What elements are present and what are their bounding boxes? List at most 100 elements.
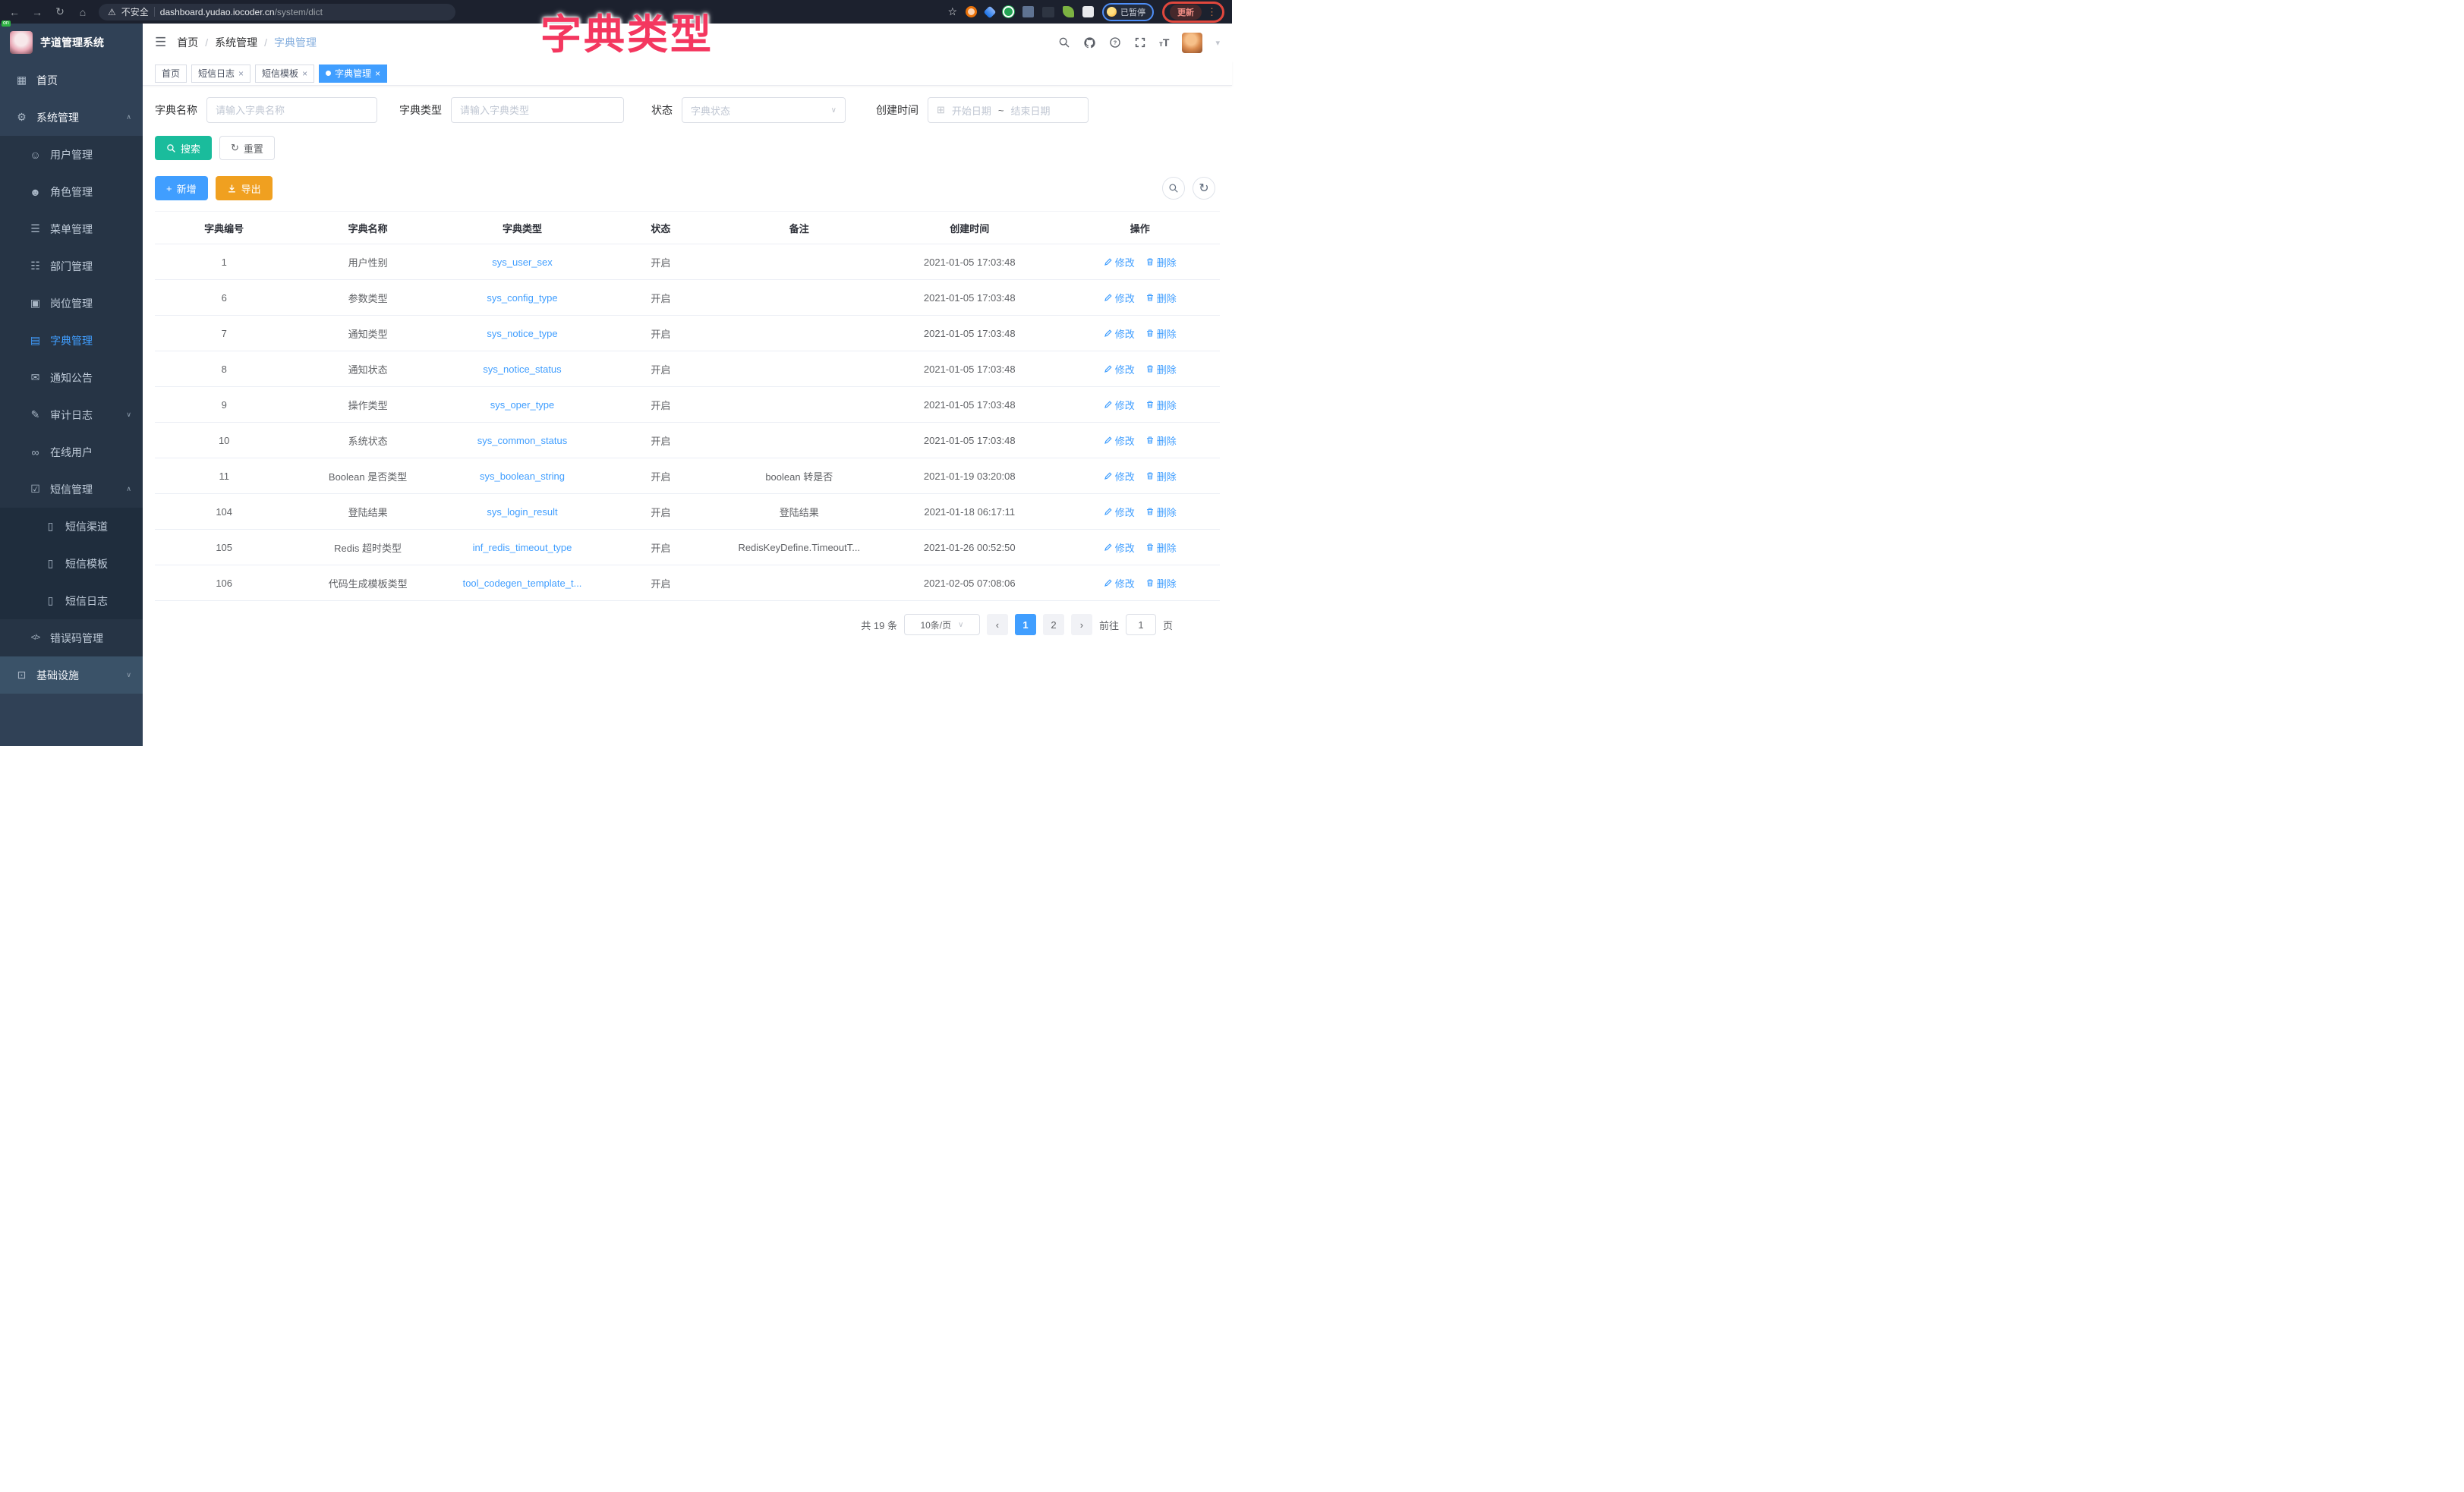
goto-page-input[interactable] — [1126, 614, 1156, 635]
close-icon[interactable]: × — [238, 68, 244, 79]
reset-button[interactable]: ↻ 重置 — [219, 136, 275, 160]
paused-extension-pill[interactable]: 已暂停 — [1102, 3, 1154, 21]
sidebar-item-短信日志[interactable]: ▯短信日志 — [0, 582, 143, 619]
fullscreen-icon[interactable] — [1134, 36, 1146, 49]
extension-orange-icon[interactable] — [966, 6, 977, 17]
delete-link[interactable]: 删除 — [1145, 540, 1177, 555]
total-count: 共 19 条 — [861, 618, 897, 632]
sidebar-item-岗位管理[interactable]: ▣岗位管理 — [0, 285, 143, 322]
edit-link[interactable]: 修改 — [1104, 433, 1135, 448]
sidebar-item-短信管理[interactable]: ☑短信管理∧ — [0, 471, 143, 508]
edit-link[interactable]: 修改 — [1104, 362, 1135, 376]
sidebar-item-审计日志[interactable]: ✎审计日志∨ — [0, 396, 143, 433]
sidebar-item-首页[interactable]: ▦首页 — [0, 61, 143, 99]
delete-link[interactable]: 删除 — [1145, 469, 1177, 483]
sidebar-item-错误码管理[interactable]: </>错误码管理 — [0, 619, 143, 656]
delete-link[interactable]: 删除 — [1145, 255, 1177, 269]
extension-gem-icon[interactable] — [984, 5, 997, 18]
dict-type-link[interactable]: sys_login_result — [487, 506, 557, 518]
edit-link[interactable]: 修改 — [1104, 540, 1135, 555]
close-icon[interactable]: × — [375, 68, 380, 79]
breadcrumb-home[interactable]: 首页 — [177, 35, 198, 50]
address-bar[interactable]: ⚠ 不安全 dashboard.yudao.iocoder.cn/system/… — [99, 4, 455, 20]
next-page-button[interactable]: › — [1071, 614, 1092, 635]
date-range-picker[interactable]: ⊞ 开始日期 ~ 结束日期 — [928, 97, 1089, 123]
hamburger-icon[interactable]: ☰ — [155, 35, 166, 50]
edit-link[interactable]: 修改 — [1104, 255, 1135, 269]
add-button[interactable]: + 新增 — [155, 176, 208, 200]
reload-icon[interactable]: ↻ — [53, 5, 67, 18]
tab-字典管理[interactable]: 字典管理× — [319, 65, 387, 83]
search-icon[interactable] — [1058, 36, 1070, 49]
page-button-1[interactable]: 1 — [1015, 614, 1036, 635]
delete-link[interactable]: 删除 — [1145, 505, 1177, 519]
extension-onetab-icon[interactable]: on — [1042, 7, 1054, 17]
dict-type-cell: sys_boolean_string — [443, 458, 602, 494]
sidebar-item-在线用户[interactable]: ∞在线用户 — [0, 433, 143, 471]
font-size-icon[interactable]: тT — [1159, 36, 1169, 49]
delete-link[interactable]: 删除 — [1145, 433, 1177, 448]
sidebar-item-系统管理[interactable]: ⚙系统管理∧ — [0, 99, 143, 136]
extensions-puzzle-icon[interactable] — [1082, 6, 1094, 17]
close-icon[interactable]: × — [302, 68, 307, 79]
refresh-table-button[interactable]: ↻ — [1193, 177, 1215, 200]
extension-green-icon[interactable] — [1003, 6, 1014, 17]
tab-短信模板[interactable]: 短信模板× — [255, 65, 314, 83]
extension-grid-icon[interactable] — [1022, 6, 1034, 17]
dict-type-link[interactable]: sys_boolean_string — [480, 471, 565, 482]
sidebar-item-通知公告[interactable]: ✉通知公告 — [0, 359, 143, 396]
edit-link[interactable]: 修改 — [1104, 505, 1135, 519]
sidebar-item-短信渠道[interactable]: ▯短信渠道 — [0, 508, 143, 545]
browser-menu-icon[interactable]: ⋮ — [1207, 6, 1217, 18]
sidebar-item-角色管理[interactable]: ☻角色管理 — [0, 173, 143, 210]
bookmark-star-icon[interactable]: ☆ — [947, 5, 957, 18]
sidebar-item-菜单管理[interactable]: ☰菜单管理 — [0, 210, 143, 247]
search-button[interactable]: 搜索 — [155, 136, 212, 160]
home-icon[interactable]: ⌂ — [76, 6, 90, 18]
tab-首页[interactable]: 首页 — [155, 65, 187, 83]
delete-link[interactable]: 删除 — [1145, 362, 1177, 376]
sidebar-item-部门管理[interactable]: ☷部门管理 — [0, 247, 143, 285]
back-icon[interactable]: ← — [8, 6, 21, 18]
page-size-select[interactable]: 10条/页 ∨ — [904, 614, 980, 635]
app-logo[interactable]: 芋道管理系统 — [0, 24, 143, 61]
show-search-toggle-button[interactable] — [1162, 177, 1185, 200]
dict-type-link[interactable]: inf_redis_timeout_type — [473, 542, 572, 553]
sidebar-item-短信模板[interactable]: ▯短信模板 — [0, 545, 143, 582]
sidebar-item-用户管理[interactable]: ☺用户管理 — [0, 136, 143, 173]
dict-type-link[interactable]: sys_notice_type — [487, 328, 557, 339]
github-icon[interactable] — [1083, 36, 1096, 49]
sidebar-item-字典管理[interactable]: ▤字典管理 — [0, 322, 143, 359]
delete-link[interactable]: 删除 — [1145, 326, 1177, 341]
edit-link[interactable]: 修改 — [1104, 291, 1135, 305]
edit-link[interactable]: 修改 — [1104, 326, 1135, 341]
edit-link[interactable]: 修改 — [1104, 576, 1135, 590]
dict-type-input[interactable] — [451, 97, 624, 123]
dict-name-input[interactable] — [206, 97, 377, 123]
edit-link[interactable]: 修改 — [1104, 398, 1135, 412]
tab-短信日志[interactable]: 短信日志× — [191, 65, 250, 83]
page-button-2[interactable]: 2 — [1043, 614, 1064, 635]
dict-type-link[interactable]: sys_common_status — [477, 435, 568, 446]
delete-link[interactable]: 删除 — [1145, 576, 1177, 590]
prev-page-button[interactable]: ‹ — [987, 614, 1008, 635]
pagination: 共 19 条 10条/页 ∨ ‹ 12 › 前往 页 — [155, 614, 1220, 635]
status-select[interactable]: 字典状态 ∨ — [682, 97, 846, 123]
sidebar-item-基础设施[interactable]: ⊡基础设施∨ — [0, 656, 143, 694]
dict-type-link[interactable]: tool_codegen_template_t... — [463, 578, 582, 589]
export-button[interactable]: 导出 — [216, 176, 273, 200]
delete-link[interactable]: 删除 — [1145, 398, 1177, 412]
chevron-down-icon[interactable]: ▾ — [1215, 38, 1220, 48]
breadcrumb-system[interactable]: 系统管理 — [215, 35, 257, 50]
dict-type-link[interactable]: sys_config_type — [487, 292, 557, 304]
user-avatar[interactable] — [1182, 33, 1202, 53]
edit-link[interactable]: 修改 — [1104, 469, 1135, 483]
dict-type-link[interactable]: sys_user_sex — [492, 257, 552, 268]
dict-type-link[interactable]: sys_oper_type — [490, 399, 555, 411]
extension-leaf-icon[interactable] — [1063, 6, 1074, 17]
delete-link[interactable]: 删除 — [1145, 291, 1177, 305]
help-icon[interactable]: ? — [1109, 36, 1121, 49]
chrome-update-button[interactable]: 更新 — [1170, 5, 1202, 20]
dict-type-link[interactable]: sys_notice_status — [483, 364, 561, 375]
forward-icon[interactable]: → — [30, 6, 44, 18]
